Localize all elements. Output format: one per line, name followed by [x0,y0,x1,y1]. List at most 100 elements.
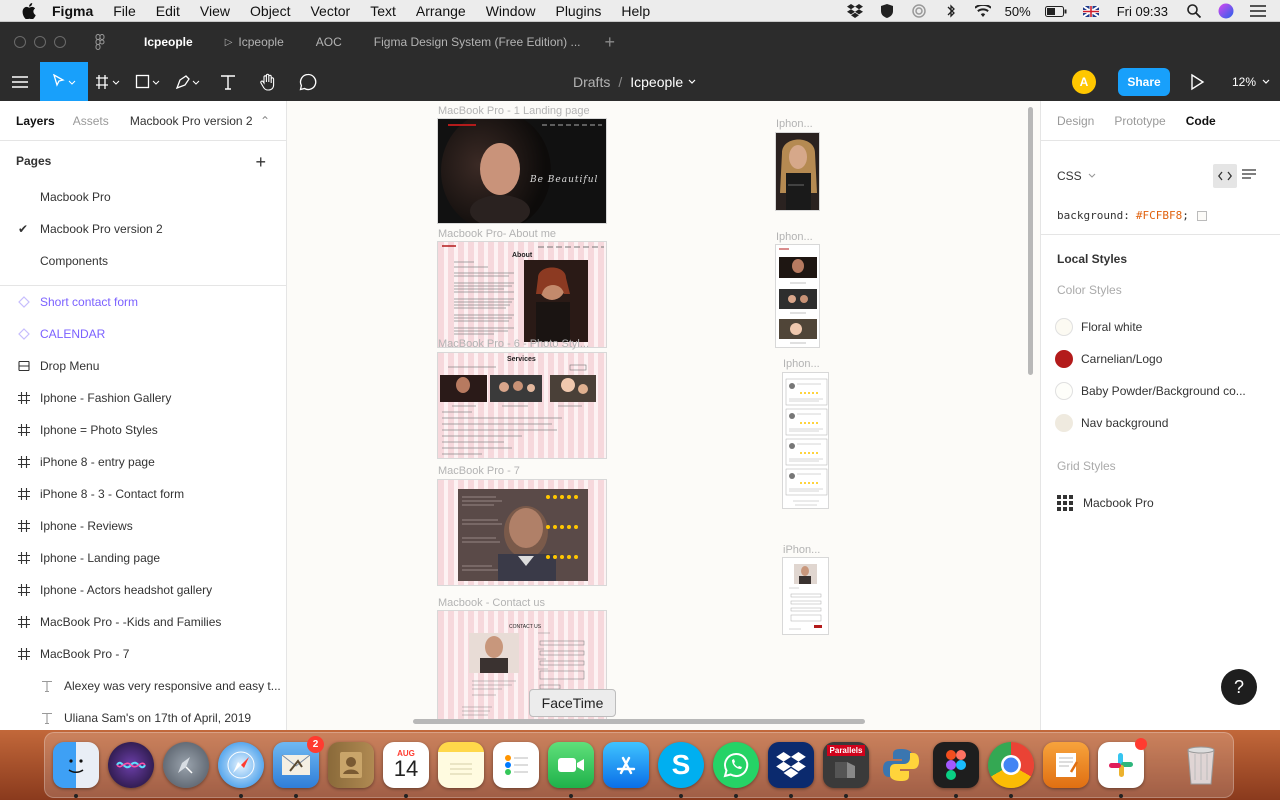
safari-icon[interactable] [218,742,264,798]
chevron-down-icon[interactable] [688,79,696,85]
uk-flag-icon[interactable] [1082,4,1099,18]
layer-item[interactable]: Iphone - Landing page [0,542,286,574]
layer-item[interactable]: iPhone 8 - 3 - Contact form [0,478,286,510]
zoom-window-button[interactable] [54,36,66,48]
figma-icon[interactable] [933,742,979,798]
color-style-item[interactable]: Nav background [1055,413,1168,433]
slack-icon[interactable] [1098,738,1147,798]
page-item-macbook-pro[interactable]: Macbook Pro [0,181,286,213]
frame-label[interactable]: Iphon... [783,358,820,370]
frame-label[interactable]: iPhon... [783,544,820,556]
mail-icon[interactable]: 2 [273,736,324,798]
tab-code[interactable]: Code [1186,114,1216,128]
tab-figma-design-system[interactable]: Figma Design System (Free Edition) ... [358,22,597,62]
menu-figma[interactable]: Figma [52,3,93,19]
frame-iphone-contact[interactable] [782,557,829,635]
search-icon[interactable] [1186,4,1202,18]
dropbox-status-icon[interactable] [846,4,863,18]
minimize-window-button[interactable] [34,36,46,48]
text-tool-button[interactable] [208,62,248,101]
hand-tool-button[interactable] [248,62,288,101]
reminders-icon[interactable] [493,742,539,788]
frame-label[interactable]: Iphon... [776,231,813,243]
launchpad-icon[interactable] [163,742,209,788]
python-launcher-icon[interactable] [878,742,924,788]
layer-item[interactable]: MacBook Pro - 7 [0,638,286,670]
frame-label[interactable]: MacBook Pro - 1 Landing page [438,105,590,117]
frame-label[interactable]: MacBook Pro - 6 - Photo Styl... [438,338,589,350]
bluetooth-icon[interactable] [943,4,959,18]
menu-window[interactable]: Window [486,3,536,19]
present-play-icon[interactable] [1188,72,1206,92]
app-store-icon[interactable] [603,742,649,788]
frame-macbook-pro-7[interactable] [437,479,607,586]
page-item-macbook-pro-v2[interactable]: ✔ Macbook Pro version 2 [0,213,286,245]
wifi-icon[interactable] [974,4,991,18]
parallels-icon[interactable]: Parallels [823,742,869,798]
clock[interactable]: Fri 09:33 [1117,4,1168,19]
layer-item[interactable]: Iphone - Reviews [0,510,286,542]
menu-vector[interactable]: Vector [310,3,350,19]
new-tab-plus-icon[interactable]: + [605,32,616,53]
siri-icon[interactable] [1218,3,1234,19]
tab-design[interactable]: Design [1057,114,1094,128]
tab-assets[interactable]: Assets [73,114,109,128]
layer-item[interactable]: Short contact form [0,286,286,318]
shield-status-icon[interactable] [879,4,895,18]
contacts-icon[interactable] [328,742,374,788]
frame-landing-page[interactable]: Be Beautiful [437,118,607,224]
layer-item[interactable]: iPhone 8 - entry page [0,446,286,478]
file-name[interactable]: Icpeople [630,74,683,90]
breadcrumb-drafts[interactable]: Drafts [573,74,610,90]
control-center-icon[interactable] [1250,4,1266,18]
tab-prototype[interactable]: Prototype [1114,114,1165,128]
color-style-item[interactable]: Baby Powder/Background co... [1055,381,1246,401]
page-item-components[interactable]: Components [0,245,286,277]
layer-item[interactable]: CALENDAR [0,318,286,350]
horizontal-scrollbar[interactable] [413,719,865,724]
frame-iphone-gallery[interactable] [775,244,820,348]
frame-iphone-landing[interactable] [775,132,820,211]
code-view-icon[interactable] [1213,164,1237,188]
tab-icpeople-prototype[interactable]: ▷ Icpeople [209,22,300,62]
frame-about-me[interactable]: About [437,241,607,348]
apple-icon[interactable] [20,2,38,20]
zoom-level[interactable]: 12% [1232,62,1270,101]
trash-icon[interactable] [1178,742,1224,788]
code-language-dropdown[interactable]: CSS [1057,169,1096,183]
frame-label[interactable]: Macbook Pro- About me [438,228,556,240]
frame-iphone-reviews[interactable] [782,372,829,509]
frame-tool-button[interactable] [88,62,128,101]
siri-icon[interactable] [108,742,154,788]
layer-item[interactable]: Iphone - Actors headshot gallery [0,574,286,606]
dropbox-icon[interactable] [768,742,814,798]
menu-plugins[interactable]: Plugins [555,3,601,19]
layer-item[interactable]: Drop Menu [0,350,286,382]
frame-label[interactable]: MacBook Pro - 7 [438,465,520,477]
list-view-icon[interactable] [1242,168,1258,184]
frame-label[interactable]: Iphon... [776,118,813,130]
shape-tool-button[interactable] [128,62,168,101]
whatsapp-icon[interactable] [713,742,759,798]
menu-view[interactable]: View [200,3,230,19]
main-menu-button[interactable] [0,62,40,101]
finder-icon[interactable] [53,742,99,798]
vertical-scrollbar[interactable] [1028,107,1033,375]
menu-object[interactable]: Object [250,3,290,19]
skype-icon[interactable]: S [658,742,704,798]
layer-item[interactable]: Uliana Sam's on 17th of April, 2019 [0,702,286,730]
menu-file[interactable]: File [113,3,136,19]
menu-text[interactable]: Text [370,3,396,19]
avatar[interactable]: A [1072,70,1096,94]
menu-edit[interactable]: Edit [156,3,180,19]
layer-item[interactable]: Iphone = Photo Styles [0,414,286,446]
color-style-item[interactable]: Carnelian/Logo [1055,349,1162,369]
menu-help[interactable]: Help [621,3,650,19]
layer-item[interactable]: Alexey was very responsive and easy t... [0,670,286,702]
chrome-icon[interactable] [988,742,1034,798]
battery-icon[interactable] [1044,4,1067,18]
frame-photo-styles[interactable]: Services [437,352,607,459]
tab-aoc[interactable]: AOC [300,22,358,62]
frame-label[interactable]: Macbook - Contact us [438,597,545,609]
css-code-line[interactable]: background: #FCFBF8 ; [1057,209,1207,222]
